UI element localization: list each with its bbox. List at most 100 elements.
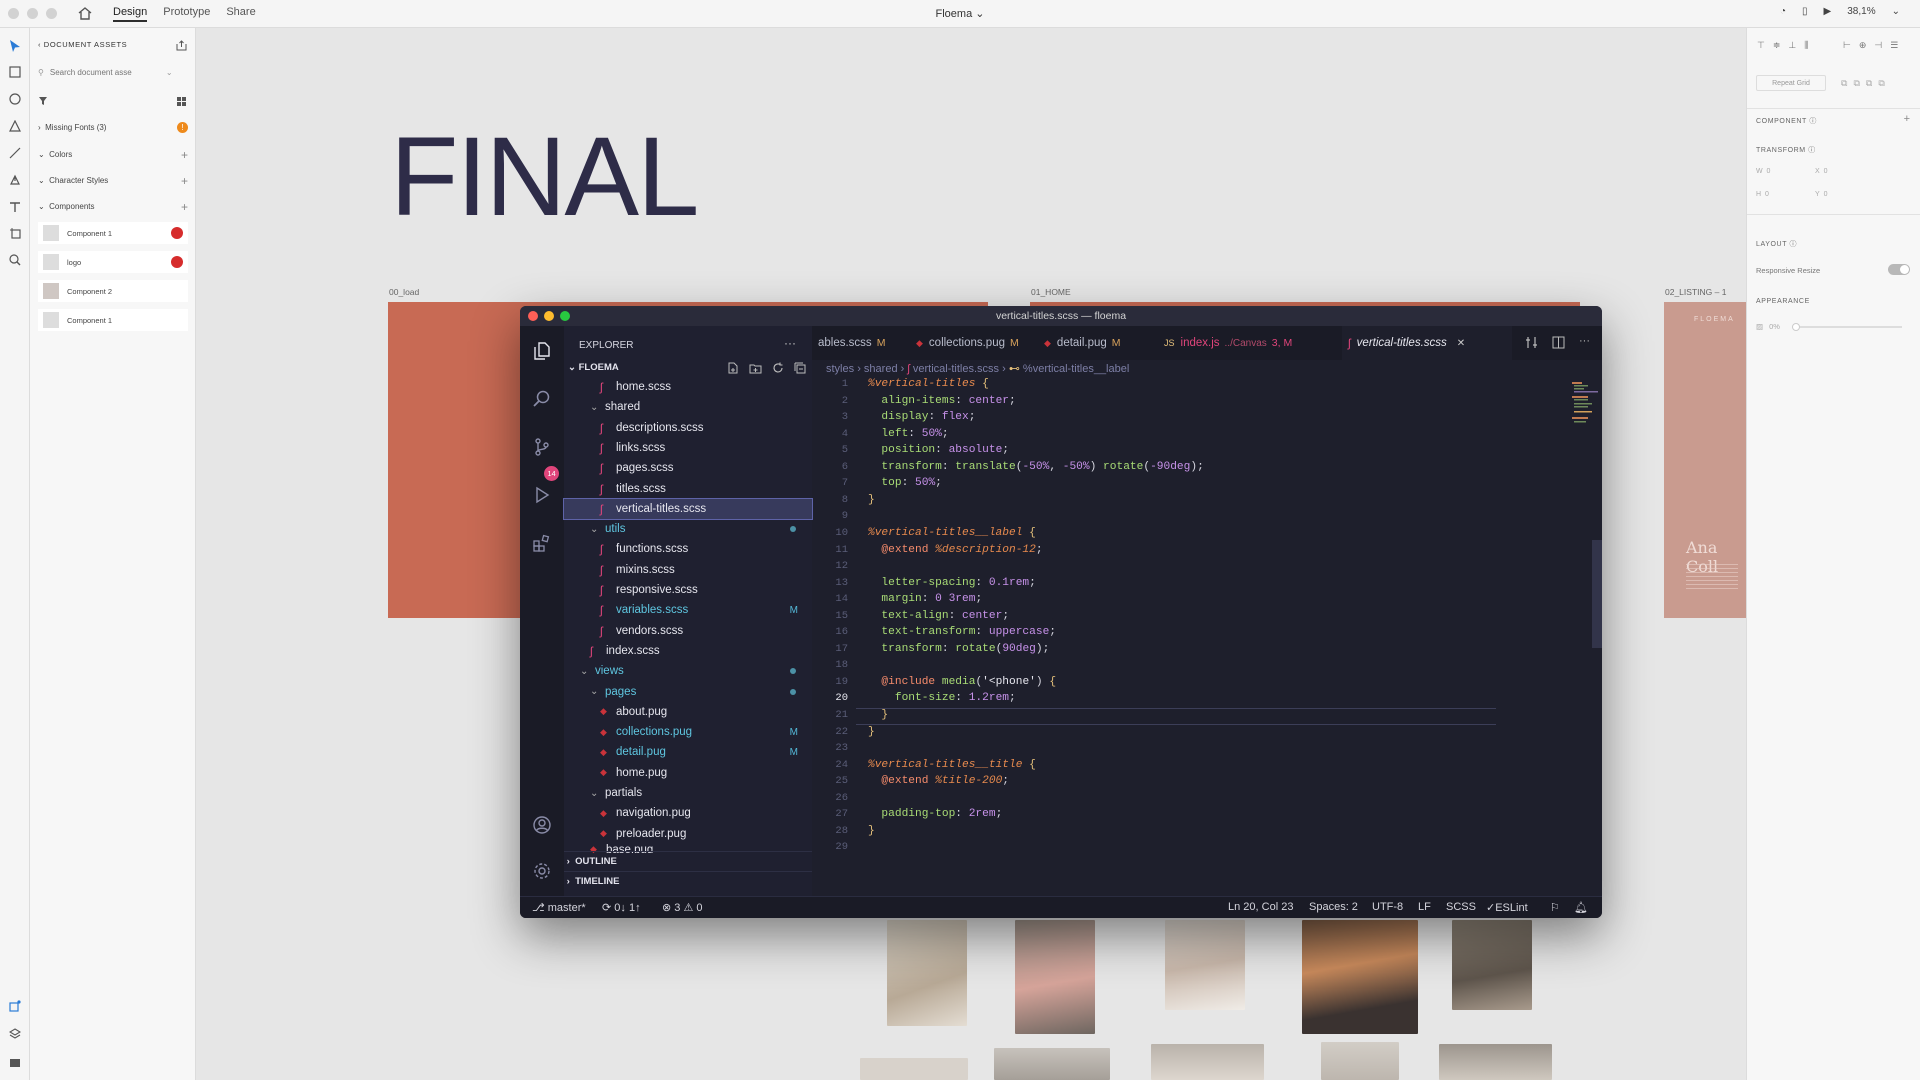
editor-tab[interactable]: ables.scss M	[812, 326, 890, 360]
component-item[interactable]: Component 1	[38, 222, 188, 244]
split-editor-icon[interactable]	[1552, 336, 1565, 354]
user-icon[interactable]: ◔	[1780, 6, 1786, 17]
photo-thumbnail[interactable]	[1015, 920, 1095, 1034]
canvas-title[interactable]: FINAL	[390, 112, 699, 241]
tab-design[interactable]: Design	[113, 6, 148, 22]
repeat-grid-button[interactable]: Repeat Grid	[1756, 75, 1826, 91]
line-ending[interactable]: LF	[1418, 901, 1431, 913]
photo-thumbnail[interactable]	[1151, 1044, 1264, 1080]
plugins-icon[interactable]	[7, 998, 23, 1014]
account-icon[interactable]	[531, 814, 553, 836]
breadcrumb-item[interactable]: shared	[864, 363, 898, 375]
search-input[interactable]	[49, 67, 160, 77]
tree-folder[interactable]: ⌄ pages	[564, 682, 812, 702]
assets-icon[interactable]	[7, 1054, 23, 1070]
layers-icon[interactable]	[7, 1026, 23, 1042]
tree-file[interactable]: ʃ responsive.scss	[564, 580, 812, 600]
components-section[interactable]: ⌄ Components +	[38, 200, 188, 214]
distribute-h-icon[interactable]: ☰	[1890, 40, 1898, 51]
boolean-exclude-icon[interactable]: ⧉	[1878, 78, 1884, 89]
chevron-down-icon[interactable]: ⌄	[1892, 6, 1900, 17]
boolean-add-icon[interactable]: ⧉	[1841, 78, 1847, 89]
asset-search[interactable]: ⚲ ⌄	[38, 63, 188, 81]
assets-header[interactable]: ‹ DOCUMENT ASSETS	[38, 40, 127, 49]
photo-thumbnail[interactable]	[1302, 920, 1418, 1034]
tree-file[interactable]: ◆ collections.pug M	[564, 722, 812, 742]
zoom-level[interactable]: 38,1%	[1847, 6, 1875, 17]
artboard-label-load[interactable]: 00_load	[389, 287, 419, 297]
tree-file[interactable]: ʃ functions.scss	[564, 539, 812, 559]
component-item[interactable]: Component 1	[38, 309, 188, 331]
extensions-icon[interactable]	[531, 532, 553, 554]
tree-file[interactable]: ◆ preloader.pug	[564, 824, 812, 844]
add-character-style-icon[interactable]: +	[181, 174, 188, 188]
add-component-icon[interactable]: +	[181, 200, 188, 214]
boolean-subtract-icon[interactable]: ⧉	[1853, 78, 1859, 89]
align-center-icon[interactable]: ⊕	[1859, 40, 1867, 51]
document-title[interactable]: Floema ⌄	[0, 7, 1920, 20]
workspace-root[interactable]: ⌄ FLOEMA	[568, 362, 619, 373]
add-color-icon[interactable]: +	[181, 148, 188, 162]
height-field[interactable]: H 0	[1756, 191, 1769, 198]
eslint-status[interactable]: ✓ESLint	[1486, 901, 1528, 914]
align-left-icon[interactable]: ⊢	[1843, 40, 1851, 51]
photo-thumbnail[interactable]	[860, 1058, 968, 1080]
tree-file[interactable]: ʃ links.scss	[564, 438, 812, 458]
tree-file[interactable]: ◆ navigation.pug	[564, 803, 812, 823]
cursor-position[interactable]: Ln 20, Col 23	[1228, 901, 1293, 913]
tree-file[interactable]: ʃ home.scss	[564, 377, 812, 397]
settings-gear-icon[interactable]	[531, 860, 553, 882]
distribute-icon[interactable]: ⫼	[1804, 40, 1808, 51]
artboard-label-home[interactable]: 01_HOME	[1031, 287, 1071, 297]
photo-thumbnail[interactable]	[887, 920, 967, 1026]
home-icon[interactable]	[77, 7, 93, 21]
align-top-icon[interactable]: ⊤	[1757, 40, 1765, 51]
rectangle-tool-icon[interactable]	[7, 64, 23, 80]
colors-section[interactable]: ⌄ Colors +	[38, 148, 188, 162]
add-component-icon[interactable]: +	[1904, 113, 1910, 125]
tree-file[interactable]: ʃ variables.scss M	[564, 600, 812, 620]
y-field[interactable]: Y 0	[1815, 191, 1827, 198]
notifications-bell-icon[interactable]: 🔔︎	[1574, 901, 1588, 914]
feedback-icon[interactable]: ⚐	[1550, 901, 1560, 914]
polygon-tool-icon[interactable]	[7, 118, 23, 134]
photo-thumbnail[interactable]	[1452, 920, 1532, 1010]
tree-file[interactable]: ʃ vertical-titles.scss	[563, 497, 813, 520]
tree-file[interactable]: ʃ index.scss	[564, 641, 812, 661]
problems-indicator[interactable]: ⊗ 3 ⚠ 0	[662, 901, 703, 914]
filter-icon[interactable]	[38, 96, 48, 108]
run-debug-icon[interactable]	[531, 484, 553, 506]
photo-thumbnail[interactable]	[1321, 1042, 1399, 1080]
editor-tab[interactable]: ◆ collections.pug M	[910, 326, 1022, 360]
compare-changes-icon[interactable]	[1525, 336, 1538, 354]
breadcrumb-item[interactable]: vertical-titles.scss	[913, 363, 999, 375]
width-field[interactable]: W 0	[1756, 168, 1770, 175]
tree-file[interactable]: ʃ mixins.scss	[564, 560, 812, 580]
component-item[interactable]: logo	[38, 251, 188, 273]
zoom-tool-icon[interactable]	[7, 252, 23, 268]
more-actions-icon[interactable]: ···	[1579, 336, 1590, 354]
artboard-label-listing[interactable]: 02_LISTING – 1	[1665, 287, 1726, 297]
photo-thumbnail[interactable]	[994, 1048, 1110, 1080]
opacity-slider[interactable]	[1791, 322, 1902, 331]
tree-file[interactable]: ◆ home.pug	[564, 763, 812, 783]
select-tool-icon[interactable]	[7, 38, 23, 54]
tree-file[interactable]: ◆ about.pug	[564, 702, 812, 722]
play-icon[interactable]: ▶	[1824, 6, 1832, 17]
tree-file[interactable]: ʃ descriptions.scss	[564, 418, 812, 438]
tree-file[interactable]: ◆ detail.pug M	[564, 742, 812, 762]
tree-folder[interactable]: ⌄ partials	[564, 783, 812, 803]
artboard-listing[interactable]: FLOEMA Ana Coll	[1664, 302, 1746, 618]
search-icon[interactable]	[531, 388, 553, 410]
branch-indicator[interactable]: ⎇ master*	[532, 901, 586, 914]
minimize-button[interactable]	[27, 8, 38, 19]
tree-folder[interactable]: ⌄ utils	[564, 519, 812, 539]
more-actions-icon[interactable]: ···	[784, 336, 796, 350]
boolean-intersect-icon[interactable]: ⧉	[1866, 78, 1872, 89]
editor-tab[interactable]: JS index.js ../Canvas 3, M	[1158, 326, 1324, 360]
export-icon[interactable]	[176, 38, 187, 56]
encoding[interactable]: UTF-8	[1372, 901, 1403, 913]
indentation[interactable]: Spaces: 2	[1309, 901, 1358, 913]
ellipse-tool-icon[interactable]	[7, 91, 23, 107]
text-tool-icon[interactable]	[7, 199, 23, 215]
